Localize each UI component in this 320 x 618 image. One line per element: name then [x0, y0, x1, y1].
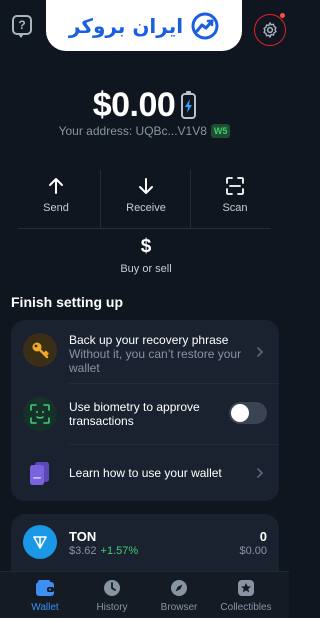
- learn-wallet-item[interactable]: Learn how to use your wallet: [11, 445, 279, 501]
- ton-icon: [23, 525, 57, 559]
- balance: $0.00: [0, 86, 289, 125]
- arrow-down-icon: [138, 175, 154, 197]
- buy-or-sell-button[interactable]: $ Buy or sell: [101, 236, 191, 275]
- tab-history-label: History: [96, 602, 128, 613]
- tab-collectibles-label: Collectibles: [220, 602, 272, 613]
- receive-button[interactable]: Receive: [101, 175, 191, 214]
- biometry-item: Use biometry to approve transactions: [11, 384, 279, 442]
- tab-wallet-label: Wallet: [31, 602, 59, 613]
- chevron-right-icon: [257, 347, 264, 357]
- star-box-icon: [237, 578, 255, 598]
- compass-icon: [170, 578, 188, 598]
- address-text: Your address: UQBc...V1V8: [58, 124, 207, 138]
- token-change: +1.57%: [100, 545, 139, 557]
- backup-title: Back up your recovery phrase: [69, 333, 229, 347]
- send-label: Send: [43, 202, 69, 214]
- dollar-icon: $: [140, 236, 152, 257]
- scan-icon: [226, 175, 244, 197]
- token-amount: 0: [259, 529, 267, 544]
- backup-recovery-item[interactable]: Back up your recovery phrase Without it,…: [11, 320, 279, 380]
- brand-logo: ایران بروکر: [46, 0, 242, 51]
- biometry-toggle[interactable]: [229, 402, 267, 424]
- tab-browser[interactable]: Browser: [143, 578, 215, 613]
- balance-amount: $0.00: [92, 86, 176, 124]
- face-scan-icon: [23, 397, 57, 431]
- gear-icon: [263, 22, 277, 38]
- battery-bolt-icon[interactable]: [181, 90, 197, 119]
- settings-button[interactable]: [254, 14, 286, 46]
- brand-name: ایران بروکر: [68, 13, 184, 38]
- tab-browser-label: Browser: [160, 602, 198, 613]
- send-button[interactable]: Send: [11, 175, 101, 214]
- buy-or-sell-label: Buy or sell: [120, 263, 172, 275]
- biometry-title: Use biometry to approve transactions: [69, 400, 200, 428]
- receive-label: Receive: [126, 202, 166, 214]
- setup-section-title: Finish setting up: [11, 294, 123, 310]
- arrow-up-icon: [48, 175, 64, 197]
- scan-button[interactable]: Scan: [190, 175, 280, 214]
- top-bar: ? ایران بروکر: [0, 0, 289, 52]
- notification-dot: [280, 13, 285, 18]
- question-bubble-icon[interactable]: ?: [12, 15, 32, 38]
- token-price-line: $3.62 +1.57%: [69, 545, 138, 557]
- wallet-address[interactable]: Your address: UQBc...V1V8 W5: [0, 124, 289, 138]
- scan-label: Scan: [222, 202, 248, 214]
- wallet-version-badge: W5: [210, 124, 231, 138]
- tab-bar: Wallet History Browser Collectibles: [0, 571, 289, 618]
- clock-icon: [103, 578, 121, 598]
- cards-icon: [23, 456, 57, 490]
- divider: [18, 228, 271, 229]
- chevron-right-icon: [257, 468, 264, 478]
- backup-subtitle: Without it, you can’t restore your walle…: [69, 347, 242, 375]
- chart-trend-icon: [191, 12, 219, 39]
- token-name: TON: [69, 529, 97, 544]
- token-fiat-value: $0.00: [239, 545, 267, 557]
- tab-history[interactable]: History: [76, 578, 148, 613]
- token-price: $3.62: [69, 545, 97, 557]
- wallet-icon: [35, 578, 55, 598]
- learn-title: Learn how to use your wallet: [69, 466, 222, 480]
- setup-card: Back up your recovery phrase Without it,…: [11, 320, 279, 501]
- token-row-ton[interactable]: TON $3.62 +1.57% 0 $0.00: [11, 514, 279, 572]
- key-icon: [23, 333, 57, 367]
- tab-wallet[interactable]: Wallet: [9, 578, 81, 613]
- tab-collectibles[interactable]: Collectibles: [210, 578, 282, 613]
